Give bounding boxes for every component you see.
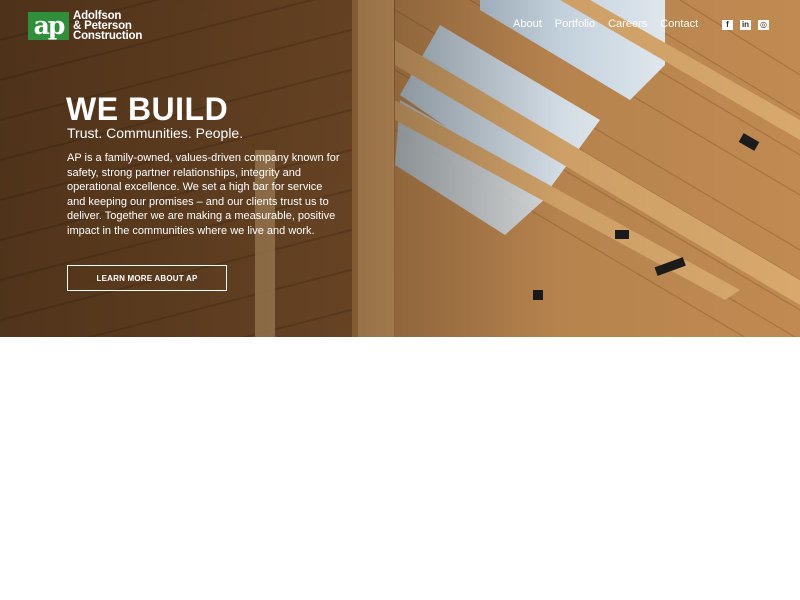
facebook-icon[interactable]: f: [722, 20, 733, 30]
company-logo[interactable]: ap Adolfson & Peterson Construction: [28, 10, 143, 42]
instagram-icon[interactable]: ◎: [758, 20, 769, 30]
nav-about[interactable]: About: [513, 18, 542, 30]
logo-wordmark: Adolfson & Peterson Construction: [73, 10, 143, 42]
nav-careers[interactable]: Careers: [608, 18, 647, 30]
nav-contact[interactable]: Contact: [660, 18, 698, 30]
nav-portfolio[interactable]: Portfolio: [555, 18, 595, 30]
hero-section: ap Adolfson & Peterson Construction Abou…: [0, 0, 800, 337]
main-nav: About Portfolio Careers Contact: [513, 18, 698, 30]
logo-mark: ap: [28, 12, 69, 40]
hero-subhead: Trust. Communities. People.: [67, 125, 244, 141]
hero-body-text: AP is a family-owned, values-driven comp…: [67, 152, 340, 237]
learn-more-button[interactable]: LEARN MORE ABOUT AP: [67, 265, 227, 291]
linkedin-icon[interactable]: in: [740, 20, 751, 30]
social-links: f in ◎: [722, 20, 769, 30]
logo-line-3: Construction: [73, 30, 143, 42]
hero-headline: WE BUILD: [66, 91, 229, 127]
